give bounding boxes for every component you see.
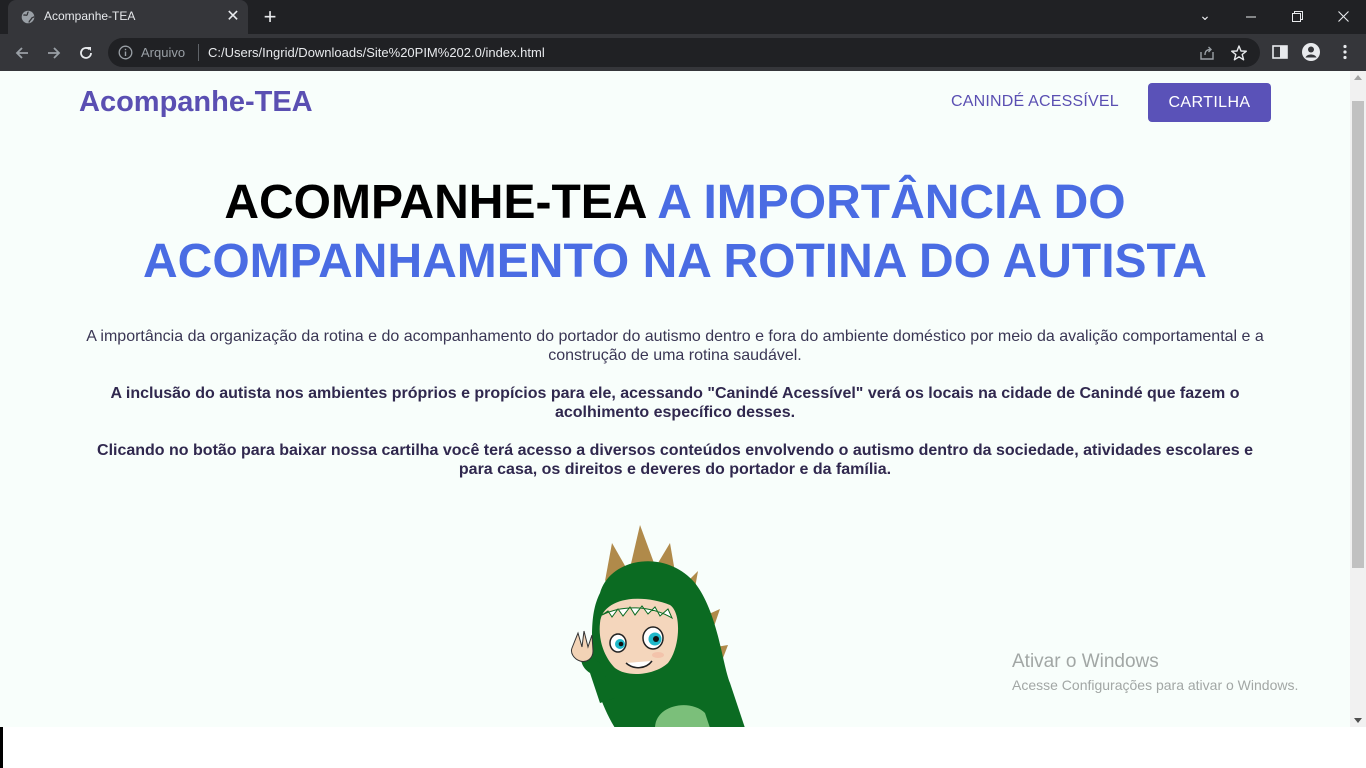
hero-title: ACOMPANHE-TEA A IMPORTÂNCIA DO ACOMPANHA… (80, 173, 1270, 291)
scroll-up-arrow-icon[interactable] (1354, 75, 1362, 80)
back-button[interactable] (9, 40, 35, 66)
url-text[interactable]: C:/Users/Ingrid/Downloads/Site%20PIM%202… (208, 45, 545, 60)
vertical-scrollbar[interactable] (1350, 71, 1366, 727)
scheme-label: Arquivo (141, 45, 186, 60)
close-window-button[interactable] (1320, 0, 1366, 34)
screen-edge (0, 727, 3, 768)
new-tab-button[interactable]: + (257, 5, 283, 29)
intro-paragraph: A importância da organização da rotina e… (86, 328, 1264, 364)
address-bar[interactable]: Arquivo C:/Users/Ingrid/Downloads/Site%2… (108, 38, 1260, 67)
page-viewport: Acompanhe-TEA CANINDÉ ACESSÍVEL CARTILHA… (0, 71, 1350, 727)
hero-title-dark: ACOMPANHE-TEA (224, 176, 646, 229)
forward-button[interactable] (41, 40, 67, 66)
minimize-button[interactable] (1228, 0, 1274, 34)
browser-tab-strip: Acompanhe-TEA ✕ + ⌄ (0, 0, 1366, 34)
browser-tab[interactable]: Acompanhe-TEA ✕ (8, 0, 248, 34)
scroll-down-arrow-icon[interactable] (1354, 718, 1362, 723)
site-logo[interactable]: Acompanhe-TEA (79, 86, 313, 119)
globe-icon (21, 10, 35, 24)
taskbar-area (0, 727, 1366, 768)
profile-icon[interactable] (1301, 42, 1321, 62)
address-separator (198, 44, 199, 61)
info-icon[interactable] (118, 45, 133, 60)
share-icon[interactable] (1198, 44, 1216, 62)
cartilha-button[interactable]: CARTILHA (1148, 83, 1271, 122)
tab-search-chevron-icon[interactable]: ⌄ (1182, 0, 1228, 34)
browser-toolbar: Arquivo C:/Users/Ingrid/Downloads/Site%2… (0, 34, 1366, 71)
kebab-menu-icon[interactable] (1335, 42, 1355, 62)
scrollbar-thumb[interactable] (1352, 101, 1364, 568)
tab-close-icon[interactable]: ✕ (224, 8, 242, 26)
inclusion-paragraph: A inclusão do autista nos ambientes próp… (110, 385, 1240, 421)
windows-activation-title: Ativar o Windows (1012, 651, 1159, 672)
restore-button[interactable] (1274, 0, 1320, 34)
dinosaur-kid-illustration (571, 525, 745, 727)
cartilha-paragraph: Clicando no botão para baixar nossa cart… (97, 442, 1253, 478)
nav-link-caninde-acessivel[interactable]: CANINDÉ ACESSÍVEL (951, 93, 1119, 111)
windows-activation-subtitle: Acesse Configurações para ativar o Windo… (1012, 677, 1299, 693)
tab-title: Acompanhe-TEA (44, 9, 136, 23)
side-panel-icon[interactable] (1270, 42, 1290, 62)
reload-button[interactable] (73, 40, 99, 66)
star-icon[interactable] (1230, 44, 1248, 62)
